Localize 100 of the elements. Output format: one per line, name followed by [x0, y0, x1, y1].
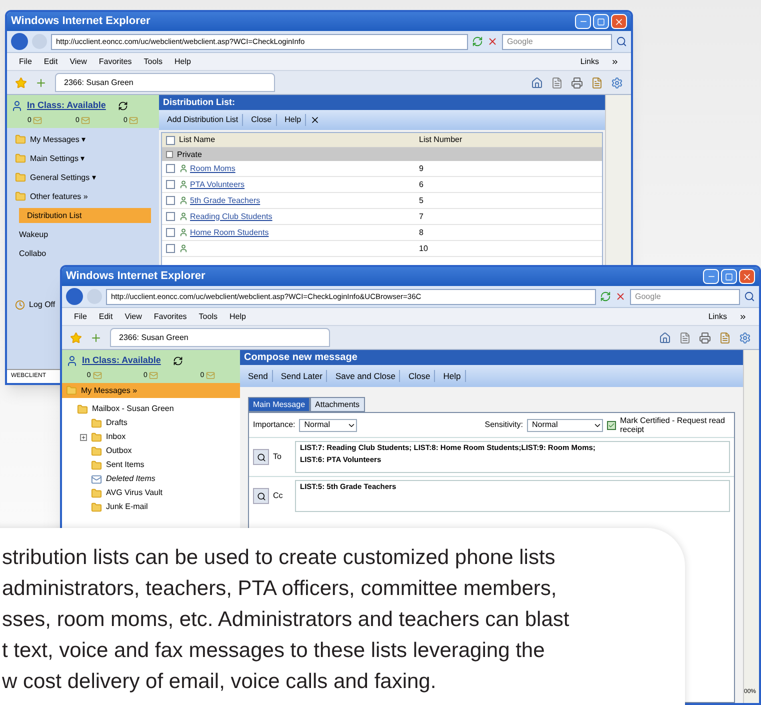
- refresh-icon[interactable]: [172, 356, 183, 366]
- search-field[interactable]: Google: [502, 34, 612, 50]
- row-checkbox[interactable]: [166, 244, 175, 253]
- favorites-star-icon[interactable]: [70, 332, 82, 344]
- folder-label[interactable]: Outbox: [106, 445, 132, 457]
- favorites-star-icon[interactable]: [15, 76, 27, 88]
- maximize-button[interactable]: [721, 269, 737, 284]
- back-button[interactable]: [66, 288, 83, 305]
- menu-item[interactable]: Favorites: [154, 310, 187, 322]
- minimize-button[interactable]: [575, 14, 591, 29]
- print-icon[interactable]: [571, 76, 583, 88]
- address-book-button[interactable]: [253, 488, 269, 504]
- presence-status-link[interactable]: In Class: Available: [82, 354, 161, 368]
- maximize-button[interactable]: [593, 14, 609, 29]
- toolbar-button[interactable]: Add Distribution List: [163, 114, 244, 126]
- menu-item[interactable]: Help: [174, 56, 191, 68]
- row-checkbox[interactable]: [166, 164, 175, 173]
- list-name-link[interactable]: Room Moms: [190, 162, 236, 174]
- log-off-link[interactable]: Log Off: [29, 299, 56, 311]
- column-header[interactable]: List Name: [179, 134, 419, 146]
- list-name-link[interactable]: PTA Volunteers: [190, 178, 245, 190]
- list-name-link[interactable]: Reading Club Students: [190, 210, 272, 222]
- folder-label[interactable]: Drafts: [106, 417, 128, 429]
- add-favorite-icon[interactable]: [35, 76, 47, 88]
- presence-status-link[interactable]: In Class: Available: [27, 99, 106, 112]
- menu-item[interactable]: Favorites: [98, 56, 132, 68]
- row-checkbox[interactable]: [166, 228, 175, 237]
- menu-item[interactable]: Tools: [144, 56, 162, 68]
- home-icon[interactable]: [531, 76, 543, 88]
- toolbar-button[interactable]: Send: [244, 370, 273, 382]
- nav-item[interactable]: General Settings ▾: [11, 170, 159, 185]
- tools-icon[interactable]: [739, 332, 751, 344]
- menu-item[interactable]: Edit: [44, 56, 58, 68]
- toolbar-button[interactable]: Help: [439, 370, 466, 382]
- row-checkbox[interactable]: [166, 180, 175, 189]
- importance-dropdown[interactable]: Normal: [299, 418, 358, 432]
- print-icon[interactable]: [699, 332, 711, 344]
- tab[interactable]: Attachments: [310, 397, 364, 412]
- folder-label[interactable]: Inbox: [106, 431, 126, 443]
- menu-item[interactable]: Tools: [198, 310, 218, 322]
- nav-item[interactable]: Other features »: [11, 189, 159, 204]
- feed-icon[interactable]: [551, 76, 563, 88]
- page-icon[interactable]: [719, 332, 731, 344]
- close-button[interactable]: [739, 269, 755, 284]
- more-icon[interactable]: [739, 312, 747, 320]
- address-book-button[interactable]: [253, 449, 269, 465]
- toolbar-button[interactable]: Help: [280, 114, 306, 126]
- menu-item[interactable]: View: [70, 56, 87, 68]
- browser-tab[interactable]: 2366: Susan Green: [55, 73, 275, 92]
- list-name-link[interactable]: 5th Grade Teachers: [190, 194, 260, 206]
- stop-icon[interactable]: [487, 36, 498, 47]
- menu-item[interactable]: View: [124, 310, 142, 322]
- refresh-icon[interactable]: [118, 100, 128, 111]
- minimize-button[interactable]: [703, 269, 719, 284]
- close-button[interactable]: [611, 14, 627, 29]
- menu-item[interactable]: Edit: [98, 310, 113, 322]
- menu-item[interactable]: Help: [229, 310, 246, 322]
- folder-label[interactable]: Deleted Items: [106, 473, 156, 485]
- folder-label[interactable]: Junk E-mail: [106, 501, 148, 513]
- browser-tab[interactable]: 2366: Susan Green: [110, 328, 330, 347]
- list-name-link[interactable]: Home Room Students: [190, 226, 269, 238]
- collapse-toggle[interactable]: [166, 151, 173, 158]
- back-button[interactable]: [11, 33, 28, 50]
- nav-item[interactable]: Wakeup: [11, 227, 159, 242]
- add-favorite-icon[interactable]: [90, 332, 102, 344]
- search-icon[interactable]: [616, 36, 627, 47]
- row-checkbox[interactable]: [166, 212, 175, 221]
- nav-item[interactable]: Distribution List: [19, 208, 151, 223]
- nav-item[interactable]: My Messages »: [62, 383, 240, 398]
- feed-icon[interactable]: [679, 332, 691, 344]
- nav-item[interactable]: Collabo: [11, 246, 159, 261]
- nav-item[interactable]: Main Settings ▾: [11, 151, 159, 166]
- sensitivity-dropdown[interactable]: Normal: [527, 418, 603, 432]
- nav-item[interactable]: My Messages ▾: [11, 132, 159, 147]
- expand-toggle-icon[interactable]: [80, 434, 87, 440]
- toolbar-button[interactable]: Send Later: [276, 370, 328, 382]
- stop-icon[interactable]: [615, 291, 626, 302]
- folder-label[interactable]: Mailbox - Susan Green: [92, 403, 174, 415]
- links-label[interactable]: Links: [580, 56, 599, 68]
- panel-header: Compose new message: [240, 350, 743, 365]
- search-icon[interactable]: [744, 291, 755, 302]
- search-field[interactable]: Google: [630, 288, 740, 304]
- home-icon[interactable]: [659, 332, 671, 344]
- delete-icon[interactable]: [310, 115, 320, 125]
- row-checkbox[interactable]: [166, 196, 175, 205]
- toolbar-button[interactable]: Close: [404, 370, 436, 382]
- select-all-checkbox[interactable]: [166, 136, 175, 144]
- more-icon[interactable]: [611, 58, 619, 66]
- links-label[interactable]: Links: [708, 310, 727, 322]
- menu-item[interactable]: File: [74, 310, 87, 322]
- tab[interactable]: Main Message: [248, 397, 310, 412]
- toolbar-button[interactable]: Close: [247, 114, 277, 126]
- menu-item[interactable]: File: [19, 56, 32, 68]
- tools-icon[interactable]: [611, 76, 623, 88]
- page-icon[interactable]: [591, 76, 603, 88]
- column-header[interactable]: List Number: [419, 134, 462, 146]
- certified-checkbox[interactable]: [607, 420, 616, 430]
- folder-label[interactable]: AVG Virus Vault: [106, 487, 162, 499]
- toolbar-button[interactable]: Save and Close: [331, 370, 400, 382]
- folder-label[interactable]: Sent Items: [106, 459, 144, 471]
